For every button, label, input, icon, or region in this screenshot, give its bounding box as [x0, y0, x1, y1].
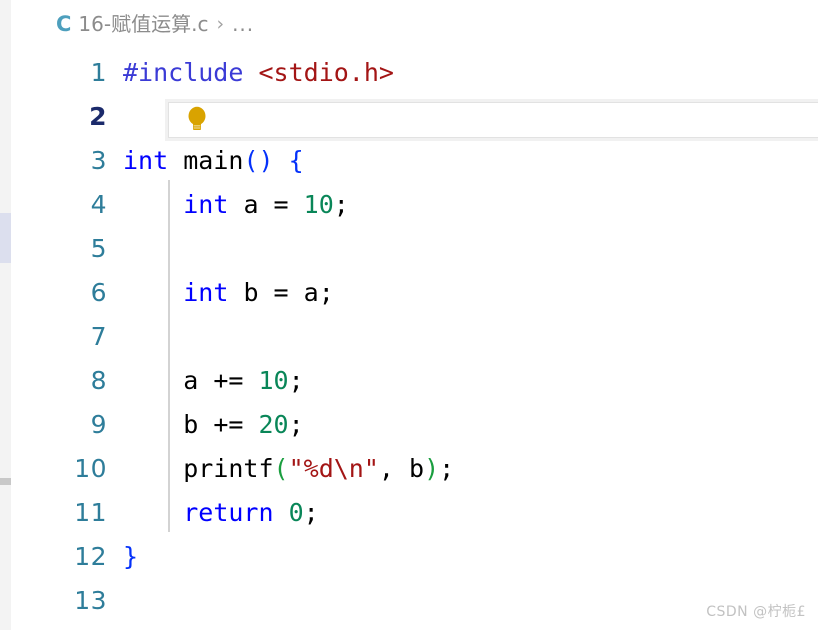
breadcrumb-file-name[interactable]: 16-赋值运算.c — [78, 14, 208, 34]
code-line[interactable]: 13 — [11, 578, 818, 622]
line-number: 1 — [90, 57, 107, 87]
line-number: 12 — [74, 541, 107, 571]
line-number: 11 — [74, 497, 107, 527]
line-content[interactable]: #include <stdio.h> — [123, 60, 818, 85]
breadcrumb-more-button[interactable]: ... — [232, 14, 254, 34]
line-content[interactable]: int a = 10; — [123, 192, 818, 217]
code-line[interactable]: 12 } — [11, 534, 818, 578]
line-number-active: 2 — [89, 101, 107, 131]
code-line[interactable]: 7 — [11, 314, 818, 358]
line-content[interactable]: } — [123, 544, 818, 569]
line-content[interactable]: int main() { — [123, 148, 818, 173]
line-content[interactable]: printf("%d\n", b); — [123, 456, 818, 481]
code-line[interactable]: 1 #include <stdio.h> — [11, 50, 818, 94]
line-number: 10 — [74, 453, 107, 483]
line-content[interactable]: a += 10; — [123, 368, 818, 393]
code-line[interactable]: 6 int b = a; — [11, 270, 818, 314]
code-line[interactable]: 10 printf("%d\n", b); — [11, 446, 818, 490]
line-number: 3 — [90, 145, 107, 175]
line-content[interactable]: return 0; — [123, 500, 818, 525]
code-line[interactable]: 4 int a = 10; — [11, 182, 818, 226]
inline-input-widget[interactable] — [168, 102, 818, 138]
line-content[interactable]: b += 20; — [123, 412, 818, 437]
line-number: 4 — [90, 189, 107, 219]
chevron-right-icon: › — [216, 12, 225, 35]
line-number: 9 — [90, 409, 107, 439]
ruler-mark-modified-marker — [0, 478, 11, 485]
line-number: 5 — [90, 233, 107, 263]
line-number: 7 — [90, 321, 107, 351]
line-content[interactable]: int b = a; — [123, 280, 818, 305]
line-number: 6 — [90, 277, 107, 307]
code-line[interactable]: 11 return 0; — [11, 490, 818, 534]
csdn-watermark: CSDN @柠栀£ — [706, 604, 806, 620]
vscode-editor-window: C 16-赋值运算.c › ... 1 #include <stdio.h> 2… — [0, 0, 818, 630]
line-number: 13 — [74, 585, 107, 615]
ruler-mark-selection-highlight — [0, 213, 11, 263]
code-line[interactable]: 3 int main() { — [11, 138, 818, 182]
code-line[interactable]: 5 — [11, 226, 818, 270]
editor-content-area[interactable]: 1 #include <stdio.h> 2 3 int main() { 4 … — [11, 50, 818, 630]
breadcrumb[interactable]: C 16-赋值运算.c › ... — [56, 9, 254, 39]
line-number: 8 — [90, 365, 107, 395]
c-file-icon: C — [56, 11, 72, 36]
overview-ruler-scrollbar[interactable] — [0, 0, 11, 630]
code-line[interactable]: 8 a += 10; — [11, 358, 818, 402]
code-line[interactable]: 9 b += 20; — [11, 402, 818, 446]
